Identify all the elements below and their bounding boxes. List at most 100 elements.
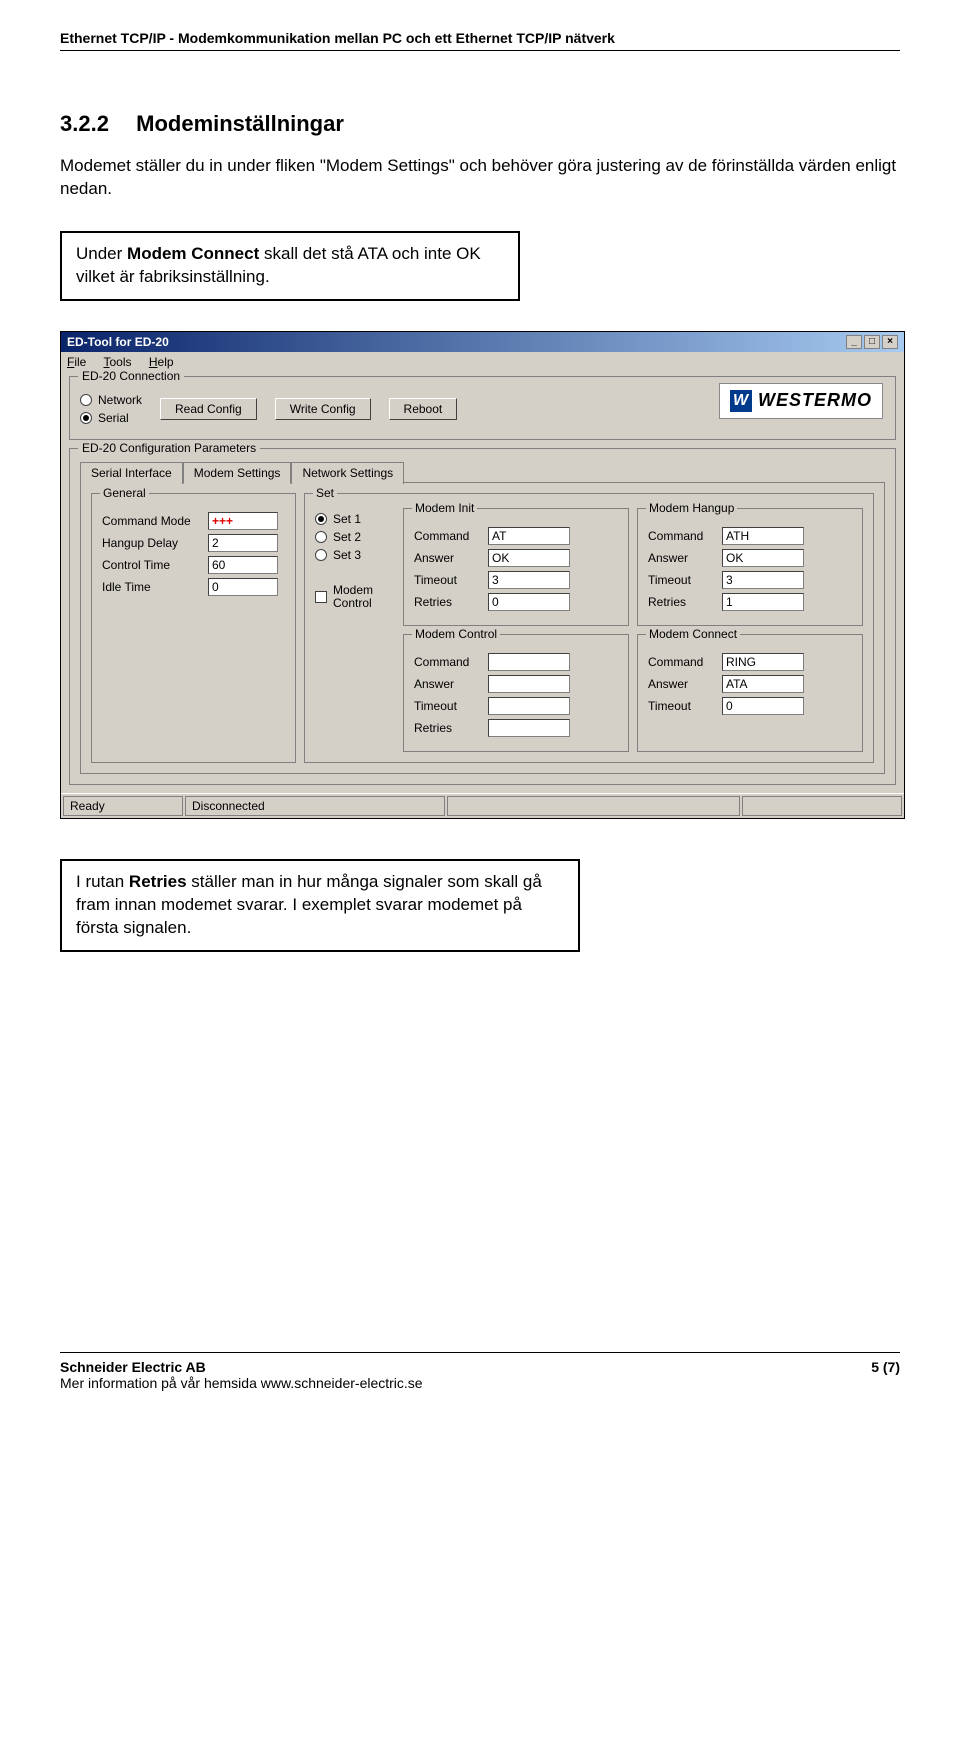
callout-modem-connect: Under Modem Connect skall det stå ATA oc… bbox=[60, 231, 520, 301]
conn-command-label: Command bbox=[648, 655, 716, 669]
modem-control-group: Modem Control Command Answer Timeout Ret… bbox=[403, 634, 629, 752]
ctrl-answer-label: Answer bbox=[414, 677, 482, 691]
tab-modem-settings[interactable]: Modem Settings bbox=[183, 462, 292, 484]
close-button[interactable]: × bbox=[882, 335, 898, 349]
init-retries-input[interactable] bbox=[488, 593, 570, 611]
init-command-input[interactable] bbox=[488, 527, 570, 545]
ctrl-retries-label: Retries bbox=[414, 721, 482, 735]
menu-tools[interactable]: Tools bbox=[103, 355, 131, 369]
set-legend: Set bbox=[313, 486, 337, 500]
hangup-command-label: Command bbox=[648, 529, 716, 543]
idle-time-input[interactable] bbox=[208, 578, 278, 596]
radio-network-label: Network bbox=[98, 393, 142, 407]
status-ready: Ready bbox=[63, 796, 183, 816]
radio-set1[interactable] bbox=[315, 513, 327, 525]
callout-bold: Retries bbox=[129, 872, 187, 891]
modem-hangup-group: Modem Hangup Command Answer Timeout Retr… bbox=[637, 508, 863, 626]
command-mode-label: Command Mode bbox=[102, 514, 202, 528]
hangup-delay-label: Hangup Delay bbox=[102, 536, 202, 550]
control-time-label: Control Time bbox=[102, 558, 202, 572]
menu-help[interactable]: Help bbox=[149, 355, 174, 369]
conn-timeout-label: Timeout bbox=[648, 699, 716, 713]
init-answer-label: Answer bbox=[414, 551, 482, 565]
section-number: 3.2.2 bbox=[60, 111, 130, 137]
minimize-button[interactable]: _ bbox=[846, 335, 862, 349]
init-answer-input[interactable] bbox=[488, 549, 570, 567]
app-window: ED-Tool for ED-20 _ □ × File Tools Help … bbox=[60, 331, 905, 819]
config-params-group: ED-20 Configuration Parameters Serial In… bbox=[69, 448, 896, 785]
hangup-command-input[interactable] bbox=[722, 527, 804, 545]
footer-page: 5 (7) bbox=[871, 1359, 900, 1375]
window-title: ED-Tool for ED-20 bbox=[67, 335, 169, 349]
ctrl-command-input[interactable] bbox=[488, 653, 570, 671]
connection-group: ED-20 Connection Network Serial Read Con… bbox=[69, 376, 896, 440]
menu-file[interactable]: File bbox=[67, 355, 86, 369]
modem-init-legend: Modem Init bbox=[412, 501, 477, 515]
idle-time-label: Idle Time bbox=[102, 580, 202, 594]
ctrl-answer-input[interactable] bbox=[488, 675, 570, 693]
radio-serial[interactable] bbox=[80, 412, 92, 424]
radio-set2[interactable] bbox=[315, 531, 327, 543]
read-config-button[interactable]: Read Config bbox=[160, 398, 257, 420]
conn-answer-label: Answer bbox=[648, 677, 716, 691]
footer-company: Schneider Electric AB bbox=[60, 1359, 206, 1375]
hangup-delay-input[interactable] bbox=[208, 534, 278, 552]
footer-info: Mer information på vår hemsida www.schne… bbox=[60, 1375, 423, 1391]
status-empty2 bbox=[742, 796, 902, 816]
page-footer: Schneider Electric AB Mer information på… bbox=[60, 1352, 900, 1411]
write-config-button[interactable]: Write Config bbox=[275, 398, 371, 420]
control-time-input[interactable] bbox=[208, 556, 278, 574]
hangup-timeout-input[interactable] bbox=[722, 571, 804, 589]
ctrl-command-label: Command bbox=[414, 655, 482, 669]
status-empty1 bbox=[447, 796, 740, 816]
conn-command-input[interactable] bbox=[722, 653, 804, 671]
reboot-button[interactable]: Reboot bbox=[389, 398, 458, 420]
section-title-text: Modeminställningar bbox=[136, 111, 344, 136]
radio-set3[interactable] bbox=[315, 549, 327, 561]
modem-init-group: Modem Init Command Answer Timeout Retrie… bbox=[403, 508, 629, 626]
maximize-button[interactable]: □ bbox=[864, 335, 880, 349]
radio-serial-label: Serial bbox=[98, 411, 129, 425]
titlebar: ED-Tool for ED-20 _ □ × bbox=[61, 332, 904, 352]
section-heading: 3.2.2 Modeminställningar bbox=[60, 111, 900, 137]
modem-hangup-legend: Modem Hangup bbox=[646, 501, 737, 515]
set-group: Set Set 1 Set 2 Set 3 ModemControl bbox=[304, 493, 874, 763]
modem-control-legend: Modem Control bbox=[412, 627, 500, 641]
init-timeout-input[interactable] bbox=[488, 571, 570, 589]
command-mode-input[interactable] bbox=[208, 512, 278, 530]
tab-network-settings[interactable]: Network Settings bbox=[291, 462, 404, 484]
conn-answer-input[interactable] bbox=[722, 675, 804, 693]
logo-text: WESTERMO bbox=[758, 390, 872, 411]
conn-timeout-input[interactable] bbox=[722, 697, 804, 715]
radio-network[interactable] bbox=[80, 394, 92, 406]
menubar: File Tools Help bbox=[61, 352, 904, 372]
ctrl-timeout-label: Timeout bbox=[414, 699, 482, 713]
general-legend: General bbox=[100, 486, 149, 500]
hangup-timeout-label: Timeout bbox=[648, 573, 716, 587]
logo-icon: W bbox=[730, 390, 752, 412]
tab-serial-interface[interactable]: Serial Interface bbox=[80, 462, 183, 484]
init-command-label: Command bbox=[414, 529, 482, 543]
modem-control-checkbox[interactable] bbox=[315, 591, 327, 603]
callout-text: I rutan bbox=[76, 872, 129, 891]
set2-label: Set 2 bbox=[333, 530, 361, 544]
modem-connect-legend: Modem Connect bbox=[646, 627, 740, 641]
hangup-answer-input[interactable] bbox=[722, 549, 804, 567]
set1-label: Set 1 bbox=[333, 512, 361, 526]
intro-paragraph: Modemet ställer du in under fliken "Mode… bbox=[60, 155, 900, 201]
ctrl-timeout-input[interactable] bbox=[488, 697, 570, 715]
config-params-legend: ED-20 Configuration Parameters bbox=[78, 441, 260, 455]
callout-text: Under bbox=[76, 244, 127, 263]
init-retries-label: Retries bbox=[414, 595, 482, 609]
hangup-answer-label: Answer bbox=[648, 551, 716, 565]
set3-label: Set 3 bbox=[333, 548, 361, 562]
hangup-retries-input[interactable] bbox=[722, 593, 804, 611]
callout-bold: Modem Connect bbox=[127, 244, 259, 263]
westermo-logo: W WESTERMO bbox=[719, 383, 883, 419]
status-disconnected: Disconnected bbox=[185, 796, 445, 816]
general-group: General Command Mode Hangup Delay Contro… bbox=[91, 493, 296, 763]
ctrl-retries-input[interactable] bbox=[488, 719, 570, 737]
modem-connect-group: Modem Connect Command Answer Timeout bbox=[637, 634, 863, 752]
callout-retries: I rutan Retries ställer man in hur många… bbox=[60, 859, 580, 952]
modem-control-chk-label: ModemControl bbox=[333, 584, 373, 610]
